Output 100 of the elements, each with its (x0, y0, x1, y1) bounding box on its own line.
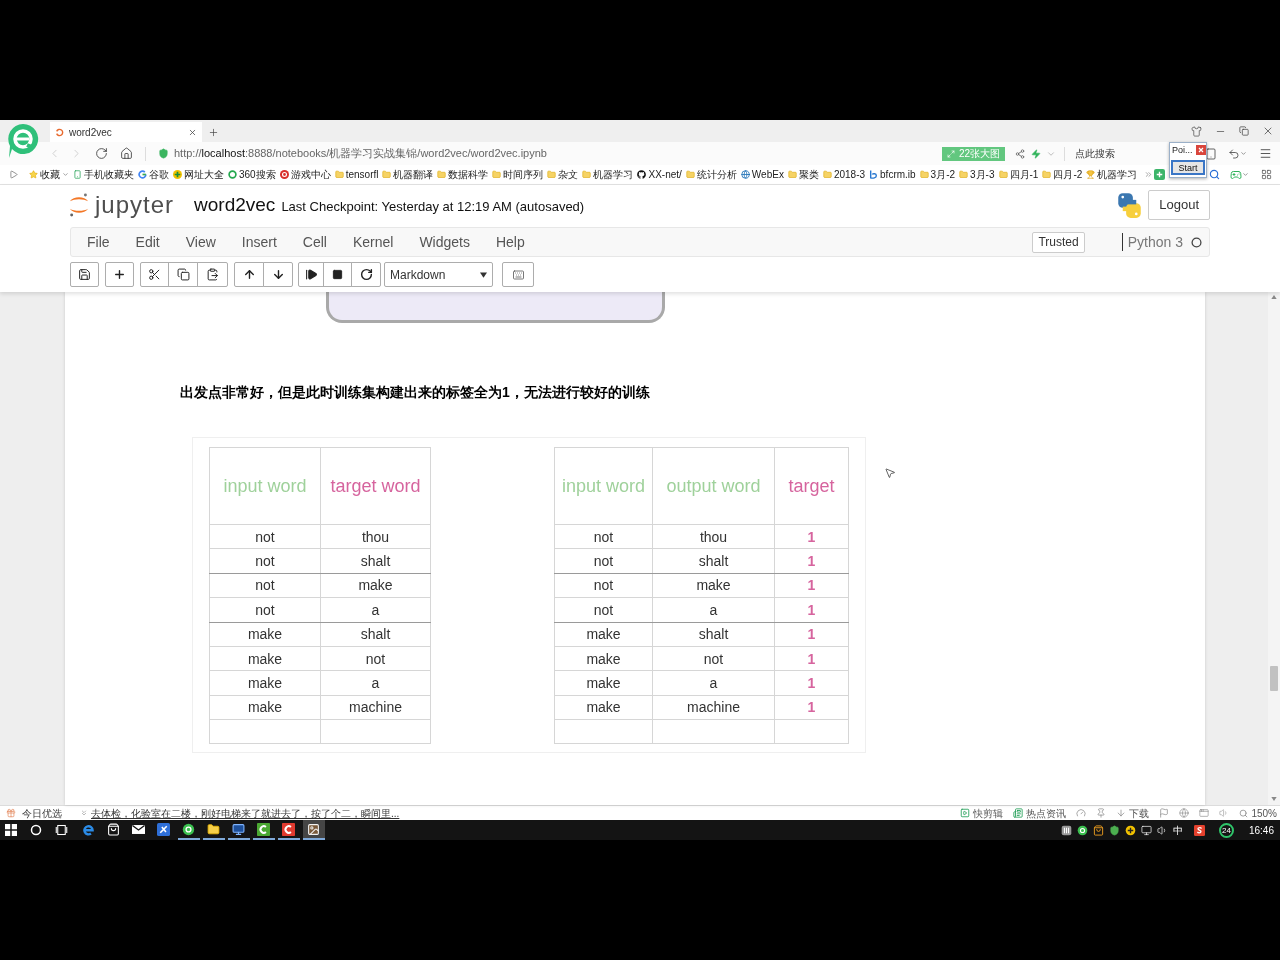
notification-badge[interactable]: 24 (1218, 822, 1234, 838)
bag-icon[interactable] (1092, 824, 1104, 836)
shirt-icon[interactable] (1191, 125, 1202, 137)
task-view-icon[interactable] (55, 824, 68, 836)
insert-cell-button[interactable] (105, 262, 134, 287)
run-button[interactable] (298, 262, 324, 287)
scroll-down-icon[interactable] (1271, 797, 1277, 801)
move-down-button[interactable] (263, 262, 293, 287)
close-icon[interactable] (188, 127, 197, 137)
scroll-up-icon[interactable] (1271, 295, 1277, 299)
bookmark[interactable]: tensorfl (334, 168, 379, 181)
news-link[interactable]: 去体检，化验室在二楼，刚好电梯来了就进去了，按了个二，瞬间里... (91, 805, 400, 821)
menu-item[interactable]: Widgets (419, 231, 470, 253)
bookmark[interactable]: 360搜索 (228, 168, 276, 181)
table-cell: not (554, 524, 653, 549)
bookmark[interactable]: 时间序列 (492, 168, 544, 181)
undo-icon[interactable] (1228, 147, 1240, 160)
reload-icon[interactable] (95, 147, 108, 160)
tablet-icon[interactable] (1205, 147, 1217, 160)
save-button[interactable] (70, 262, 99, 287)
copy-button[interactable] (168, 262, 198, 287)
menu-item[interactable]: File (87, 231, 110, 253)
cut-button[interactable] (140, 262, 169, 287)
bookmark[interactable]: 手机收藏夹 (73, 168, 134, 181)
zoom-button[interactable]: 150% (1239, 805, 1277, 821)
notebook-title[interactable]: word2vec (194, 190, 276, 220)
bookmark[interactable]: 机器翻译 (382, 168, 434, 181)
bookmark[interactable]: 谷歌 (138, 168, 169, 181)
taskbar-app[interactable] (277, 820, 300, 840)
close-icon[interactable] (1262, 125, 1274, 137)
status-tool[interactable]: 下载 (1116, 805, 1150, 821)
restore-icon[interactable] (1239, 126, 1249, 136)
menu-item[interactable]: Edit (135, 231, 160, 253)
bookmark[interactable]: 聚类 (787, 168, 819, 181)
bookmark[interactable]: 3月-2 (919, 168, 956, 181)
close-icon[interactable] (1196, 145, 1206, 155)
plus-tile-icon[interactable] (1154, 169, 1165, 180)
scrollbar-thumb[interactable] (1270, 666, 1278, 691)
bookmark[interactable]: 2018-3 (822, 168, 866, 181)
home-icon[interactable] (120, 147, 133, 160)
menu-item[interactable]: Help (495, 231, 525, 253)
new-tab-icon[interactable] (208, 127, 219, 138)
bookmark[interactable]: XX-net/ (637, 168, 682, 181)
envelope-icon (132, 824, 145, 834)
start-button[interactable]: Start (1171, 160, 1205, 175)
address-field[interactable]: http://localhost:8888/notebooks/机器学习实战集锦/word2vec/word2vec.ipynb (174, 145, 547, 162)
play-icon[interactable] (9, 170, 18, 179)
disc-icon[interactable] (1076, 824, 1088, 836)
squiggle-tile-icon[interactable] (1193, 824, 1205, 836)
move-up-button[interactable] (234, 262, 264, 287)
shield-icon[interactable] (1108, 824, 1120, 836)
bookmark[interactable]: 网址大全 (173, 168, 224, 181)
clock[interactable]: 16:46 (1248, 822, 1274, 838)
bookmark[interactable]: 3月-3 (959, 168, 995, 181)
lightning-icon[interactable] (1031, 148, 1041, 159)
table-cell: not (209, 524, 321, 549)
trusted-button[interactable]: Trusted (1032, 231, 1085, 253)
gamepad-icon[interactable] (1230, 168, 1242, 181)
logout-button[interactable]: Logout (1148, 190, 1210, 220)
restart-button[interactable] (351, 262, 381, 287)
cell-type-select[interactable]: Markdown (384, 262, 493, 287)
plus-circle-icon[interactable] (1124, 824, 1136, 836)
search-icon[interactable] (1209, 169, 1220, 180)
taskbar-app[interactable] (252, 820, 275, 840)
folder-icon (959, 170, 969, 179)
bookmark[interactable]: 机器学习 (1086, 168, 1138, 181)
menu-item[interactable]: Insert (241, 231, 277, 253)
bookmark[interactable]: 收藏 (29, 168, 69, 181)
grid-icon[interactable] (1261, 169, 1272, 180)
bookmark[interactable]: WebEx (740, 168, 784, 181)
browser-tab[interactable]: word2vec (50, 122, 202, 142)
feed-label[interactable]: 今日优选 (22, 805, 62, 821)
bookmark[interactable]: 四月-1 (998, 168, 1039, 181)
bookmark[interactable]: 统计分析 (685, 168, 737, 181)
monitor-icon[interactable] (1140, 824, 1152, 836)
note-text: 出发点非常好，但是此时训练集构建出来的标签全为1，无法进行较好的训练 (180, 384, 651, 400)
speaker-icon[interactable] (1156, 824, 1168, 836)
bookmark[interactable]: 杂文 (547, 168, 579, 181)
status-tool[interactable]: 热点资讯 (1013, 805, 1067, 821)
search-field[interactable]: 点此搜索 (1075, 146, 1161, 161)
status-tool[interactable]: 快剪辑 (960, 805, 1004, 821)
menu-item[interactable]: Cell (302, 231, 327, 253)
bookmark[interactable]: 数据科学 (437, 168, 489, 181)
stop-button[interactable] (323, 262, 352, 287)
taskbar-app[interactable] (302, 820, 325, 840)
keyboard-button[interactable] (502, 262, 534, 287)
ring-icon[interactable] (30, 824, 42, 836)
share-icon[interactable] (1015, 148, 1025, 159)
bookmark[interactable]: 机器学习 (582, 168, 634, 181)
square-icon[interactable] (1060, 824, 1072, 836)
mouse-pointer-icon (884, 466, 896, 480)
bookmark[interactable]: 四月-2 (1042, 168, 1083, 181)
menu-icon[interactable] (1259, 147, 1272, 160)
menu-item[interactable]: Kernel (352, 231, 394, 253)
start-icon[interactable] (5, 824, 17, 836)
bookmark[interactable]: bfcrm.ib (869, 168, 916, 181)
bookmark[interactable]: 游戏中心 (279, 168, 331, 181)
ime-indicator[interactable]: 中 (1172, 822, 1183, 838)
menu-item[interactable]: View (185, 231, 216, 253)
paste-button[interactable] (197, 262, 228, 287)
